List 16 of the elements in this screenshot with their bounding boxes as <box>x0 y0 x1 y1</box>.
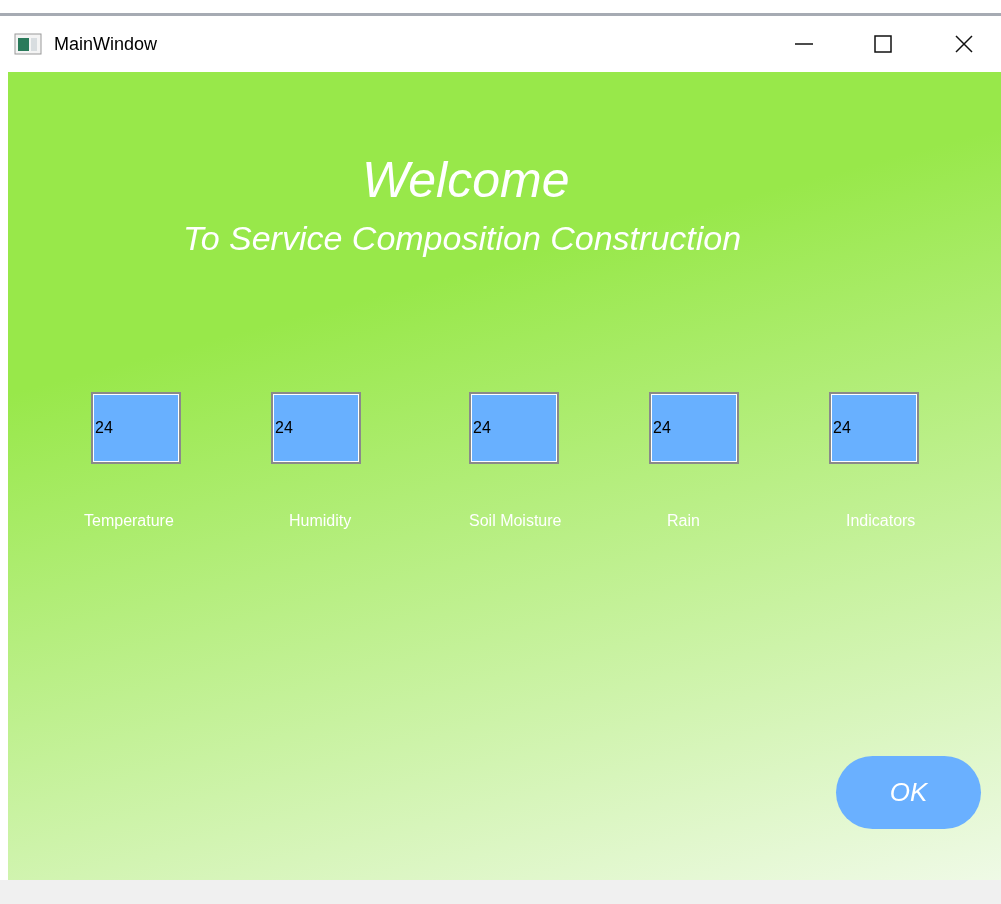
app-icon <box>14 33 42 55</box>
maximize-icon[interactable] <box>874 35 892 53</box>
value-field[interactable]: 24 <box>469 392 559 464</box>
sensor-label: Soil Moisture <box>469 512 562 529</box>
sensor-label: Indicators <box>846 512 916 529</box>
welcome-heading: Welcome <box>362 151 570 210</box>
sensor-label: Rain <box>667 512 700 529</box>
close-icon[interactable] <box>955 35 973 53</box>
subheading: To Service Composition Construction <box>183 218 742 258</box>
value-field[interactable]: 24 <box>829 392 919 464</box>
sensor-label: Temperature <box>84 512 174 529</box>
value-field[interactable]: 24 <box>649 392 739 464</box>
value-field[interactable]: 24 <box>91 392 181 464</box>
value-field[interactable]: 24 <box>271 392 361 464</box>
window-title: MainWindow <box>54 32 158 56</box>
sensor-label: Humidity <box>289 512 352 529</box>
